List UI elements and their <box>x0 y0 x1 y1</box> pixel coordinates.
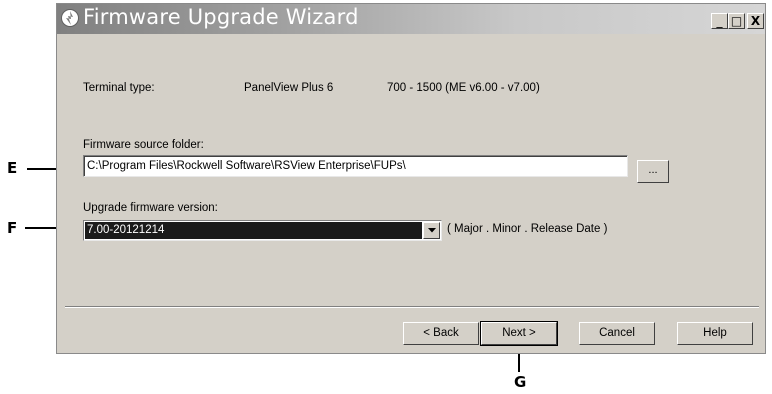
callout-e: E <box>7 159 18 177</box>
firmware-version-selected: 7.00-20121214 <box>85 222 422 239</box>
firmware-version-select[interactable]: 7.00-20121214 <box>83 220 442 241</box>
separator <box>65 306 759 308</box>
firmware-version-label: Upgrade firmware version: <box>83 202 218 214</box>
cancel-button[interactable]: Cancel <box>579 322 655 345</box>
minimize-button[interactable]: _ <box>711 13 728 29</box>
help-button[interactable]: Help <box>677 322 753 345</box>
callout-f: F <box>7 219 18 237</box>
maximize-button[interactable]: □ <box>728 13 745 29</box>
back-button[interactable]: < Back <box>403 322 479 345</box>
close-button[interactable]: X <box>747 13 764 29</box>
window-title: Firmware Upgrade Wizard <box>83 5 359 29</box>
version-format-hint: ( Major . Minor . Release Date ) <box>447 223 608 235</box>
callout-g: G <box>514 373 527 391</box>
terminal-model-value: PanelView Plus 6 <box>244 82 334 94</box>
title-bar[interactable]: Firmware Upgrade Wizard _ □ X <box>57 4 765 34</box>
terminal-range-value: 700 - 1500 (ME v6.00 - v7.00) <box>387 82 540 94</box>
next-button[interactable]: Next > <box>480 321 558 346</box>
firmware-source-label: Firmware source folder: <box>83 139 204 151</box>
terminal-type-label: Terminal type: <box>83 82 155 94</box>
wizard-icon <box>60 8 80 28</box>
browse-button[interactable]: ... <box>637 160 669 183</box>
firmware-upgrade-wizard-window: Firmware Upgrade Wizard _ □ X Terminal t… <box>56 3 766 354</box>
firmware-source-field[interactable]: C:\Program Files\Rockwell Software\RSVie… <box>83 155 628 177</box>
dropdown-button[interactable] <box>423 222 440 239</box>
